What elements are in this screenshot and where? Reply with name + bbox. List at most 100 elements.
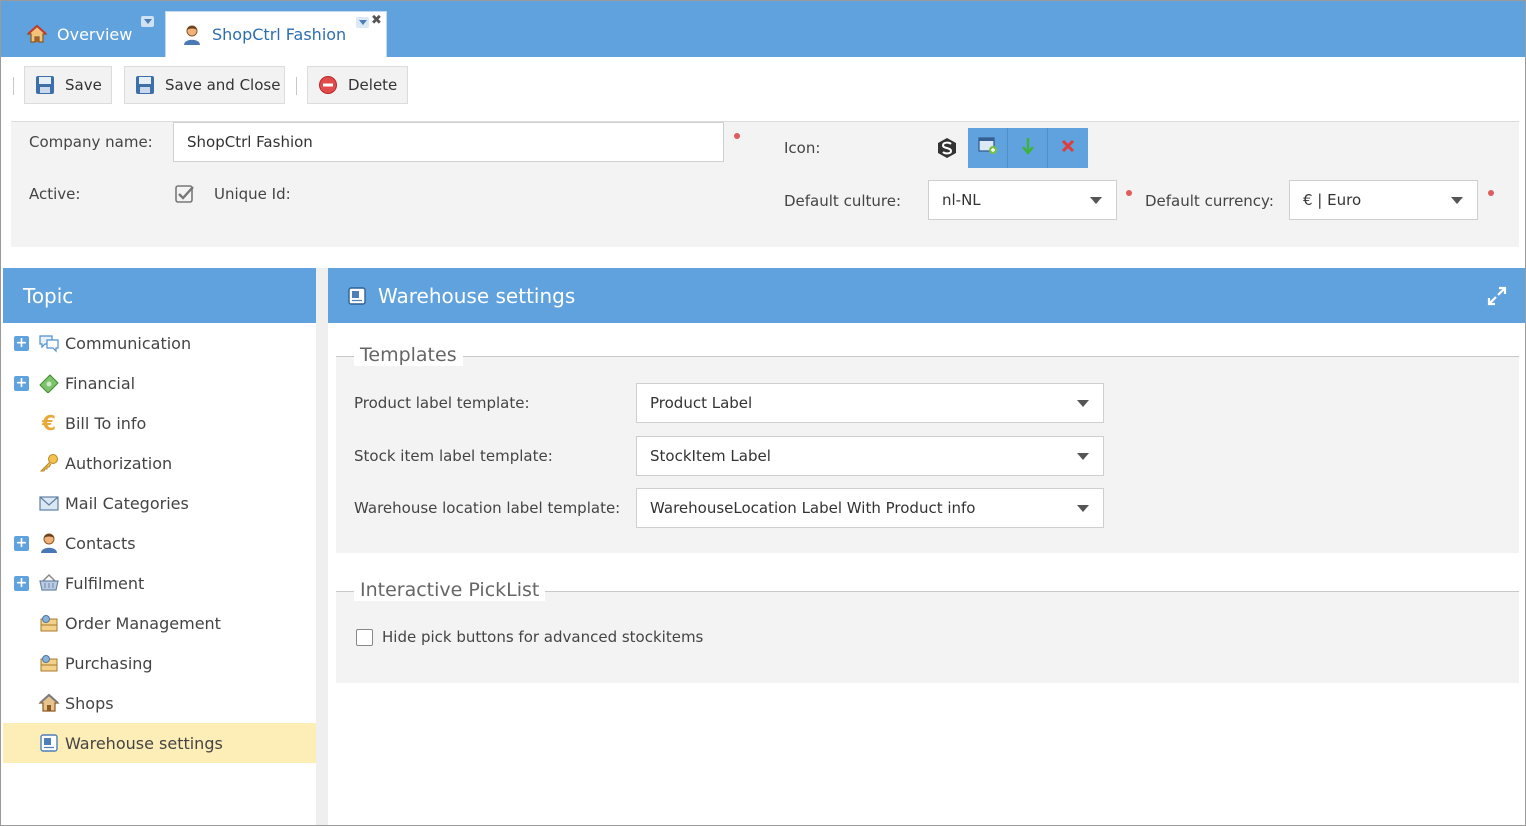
euro-icon: € bbox=[42, 411, 56, 435]
save-button[interactable]: Save bbox=[24, 66, 112, 104]
tab-overview[interactable]: Overview bbox=[11, 11, 161, 57]
default-currency-value: € | Euro bbox=[1303, 191, 1362, 209]
active-label: Active: bbox=[29, 185, 81, 203]
expand-icon[interactable]: + bbox=[14, 535, 29, 551]
tree-item-fulfilment[interactable]: + Fulfilment bbox=[3, 563, 316, 603]
tab-menu-button[interactable] bbox=[141, 16, 154, 27]
stop-sign-icon bbox=[318, 75, 338, 95]
toolbar: Save Save and Close Delete bbox=[1, 57, 1525, 119]
remove-image-button[interactable] bbox=[1048, 128, 1088, 168]
chevron-down-icon bbox=[1077, 400, 1089, 407]
warehouse-location-label-template-select[interactable]: WarehouseLocation Label With Product inf… bbox=[636, 488, 1104, 528]
unique-id-label: Unique Id: bbox=[214, 185, 291, 203]
chevron-down-icon bbox=[1451, 197, 1463, 204]
tree-item-financial[interactable]: + Financial bbox=[3, 363, 316, 403]
tree-item-communication[interactable]: + Communication bbox=[3, 323, 316, 363]
tree-item-warehouse-settings[interactable]: Warehouse settings bbox=[3, 723, 316, 763]
company-name-label: Company name: bbox=[29, 133, 153, 151]
templates-legend: Templates bbox=[354, 344, 463, 366]
chevron-down-icon bbox=[1077, 453, 1089, 460]
speech-bubbles-icon bbox=[38, 332, 60, 354]
company-form: Company name: ShopCtrl Fashion Active: U… bbox=[11, 121, 1519, 247]
stock-item-label-template-value: StockItem Label bbox=[650, 447, 771, 465]
money-icon bbox=[38, 372, 60, 394]
icon-actions bbox=[968, 128, 1088, 168]
warehouse-location-label-template-value: WarehouseLocation Label With Product inf… bbox=[650, 499, 976, 517]
mail-icon bbox=[38, 492, 60, 514]
close-icon[interactable]: ✖ bbox=[371, 13, 382, 28]
app-window: Overview ShopCtrl Fashion ✖ Save Save an… bbox=[0, 0, 1526, 826]
hide-pick-buttons-label: Hide pick buttons for advanced stockitem… bbox=[382, 628, 704, 646]
expand-icon[interactable]: + bbox=[14, 335, 29, 351]
default-culture-value: nl-NL bbox=[942, 191, 981, 209]
default-culture-label: Default culture: bbox=[784, 192, 902, 210]
default-currency-label: Default currency: bbox=[1145, 192, 1274, 210]
warehouse-location-label-template-label: Warehouse location label template: bbox=[354, 499, 621, 517]
save-label: Save bbox=[65, 76, 102, 94]
select-image-button[interactable] bbox=[968, 128, 1008, 168]
arrow-down-icon bbox=[1021, 137, 1035, 159]
panel-splitter[interactable] bbox=[316, 268, 328, 825]
save-and-close-button[interactable]: Save and Close bbox=[124, 66, 285, 104]
hide-pick-buttons-checkbox[interactable] bbox=[356, 629, 373, 646]
warehouse-settings-title: Warehouse settings bbox=[378, 283, 576, 308]
home-icon bbox=[25, 22, 49, 46]
floppy-disk-icon bbox=[135, 75, 155, 95]
stock-item-label-template-select[interactable]: StockItem Label bbox=[636, 436, 1104, 476]
company-logo-icon bbox=[936, 137, 958, 159]
maximize-icon[interactable] bbox=[1487, 286, 1507, 306]
basket-icon bbox=[38, 572, 60, 594]
product-label-template-value: Product Label bbox=[650, 394, 753, 412]
tree-item-shops[interactable]: Shops bbox=[3, 683, 316, 723]
tree-item-authorization[interactable]: Authorization bbox=[3, 443, 316, 483]
tab-company[interactable]: ShopCtrl Fashion ✖ bbox=[165, 11, 387, 57]
default-culture-select[interactable]: nl-NL bbox=[928, 180, 1117, 220]
topic-tree: + Communication + Financial € Bill To in… bbox=[3, 323, 316, 763]
image-select-icon bbox=[977, 137, 998, 159]
red-x-icon bbox=[1061, 139, 1075, 157]
picklist-legend: Interactive PickList bbox=[354, 579, 546, 601]
order-icon bbox=[38, 652, 60, 674]
tab-overview-label: Overview bbox=[57, 24, 133, 44]
warehouse-settings-panel: Warehouse settings Product label templat… bbox=[328, 268, 1525, 825]
key-icon bbox=[38, 452, 60, 474]
stock-item-label-template-label: Stock item label template: bbox=[354, 447, 553, 465]
active-checkbox[interactable] bbox=[175, 184, 195, 204]
tree-item-bill-to-info[interactable]: € Bill To info bbox=[3, 403, 316, 443]
tree-item-mail-categories[interactable]: Mail Categories bbox=[3, 483, 316, 523]
shop-icon bbox=[38, 692, 60, 714]
tree-item-purchasing[interactable]: Purchasing bbox=[3, 643, 316, 683]
topic-panel: Topic + Communication + Financial € Bill… bbox=[3, 268, 316, 825]
company-name-input[interactable]: ShopCtrl Fashion bbox=[173, 122, 724, 162]
product-label-template-label: Product label template: bbox=[354, 394, 530, 412]
tab-menu-button[interactable] bbox=[356, 17, 369, 28]
order-icon bbox=[38, 612, 60, 634]
tree-item-order-management[interactable]: Order Management bbox=[3, 603, 316, 643]
chevron-down-icon bbox=[1077, 505, 1089, 512]
delete-button[interactable]: Delete bbox=[307, 66, 408, 104]
floppy-disk-icon bbox=[35, 75, 55, 95]
user-icon bbox=[38, 532, 60, 554]
toolbar-separator bbox=[13, 77, 14, 95]
required-indicator bbox=[1488, 190, 1494, 196]
expand-icon[interactable]: + bbox=[14, 575, 29, 591]
chevron-down-icon bbox=[1090, 197, 1102, 204]
picklist-fieldset: Hide pick buttons for advanced stockitem… bbox=[336, 592, 1519, 683]
warehouse-settings-header: Warehouse settings bbox=[328, 268, 1525, 323]
expand-icon[interactable]: + bbox=[14, 375, 29, 391]
toolbar-separator bbox=[296, 77, 297, 95]
tree-item-contacts[interactable]: + Contacts bbox=[3, 523, 316, 563]
document-icon bbox=[38, 732, 60, 754]
default-currency-select[interactable]: € | Euro bbox=[1289, 180, 1478, 220]
required-indicator bbox=[1126, 190, 1132, 196]
user-icon bbox=[180, 23, 204, 47]
tab-company-label: ShopCtrl Fashion bbox=[212, 25, 347, 44]
delete-label: Delete bbox=[348, 76, 398, 94]
templates-fieldset: Product label template: Product Label St… bbox=[336, 357, 1519, 553]
icon-label: Icon: bbox=[784, 139, 821, 157]
product-label-template-select[interactable]: Product Label bbox=[636, 383, 1104, 423]
tab-bar: Overview ShopCtrl Fashion ✖ bbox=[1, 1, 1525, 57]
download-button[interactable] bbox=[1008, 128, 1048, 168]
save-and-close-label: Save and Close bbox=[165, 76, 281, 94]
required-indicator bbox=[734, 133, 740, 139]
